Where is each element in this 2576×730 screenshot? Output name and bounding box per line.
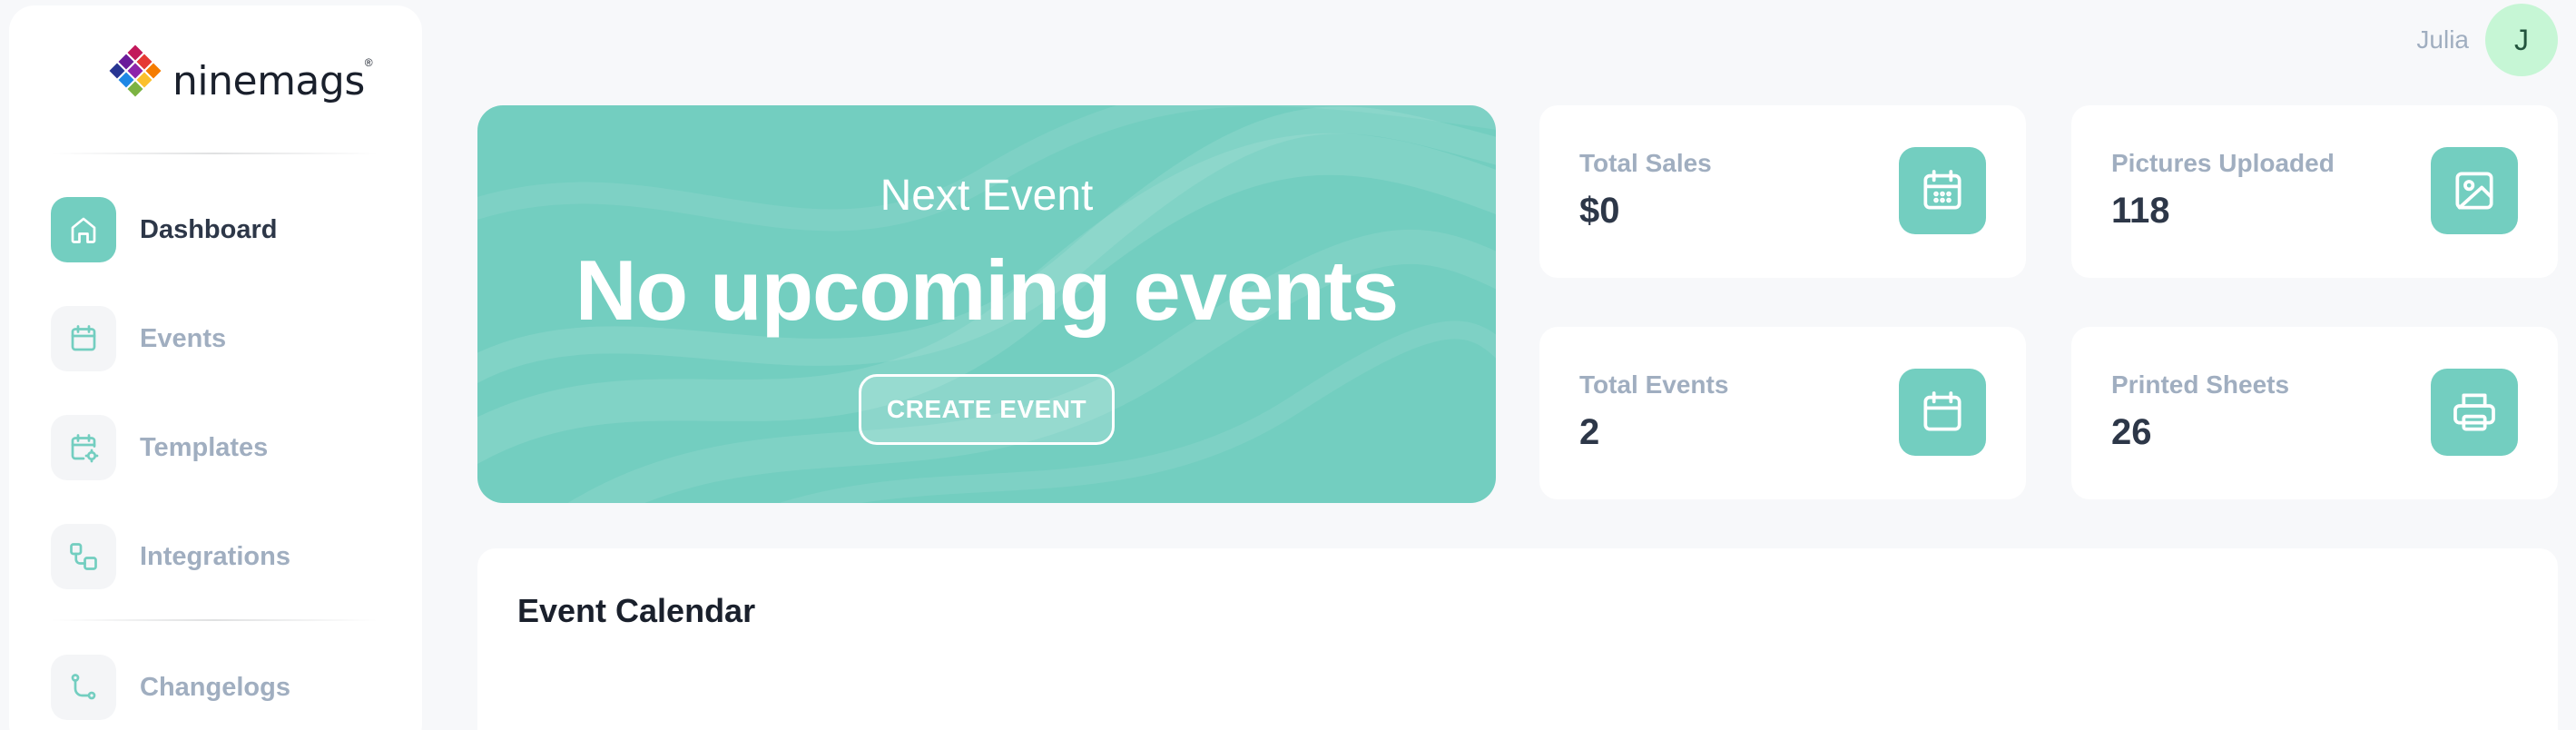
event-calendar-panel: Event Calendar: [477, 548, 2558, 730]
calendar-grid-icon: [1899, 147, 1986, 234]
user-name: Julia: [2416, 25, 2469, 54]
avatar[interactable]: J: [2485, 4, 2558, 76]
sidebar-item-events[interactable]: Events: [51, 306, 226, 371]
logo-mark-icon: [109, 44, 162, 97]
calendar-icon: [1899, 369, 1986, 456]
stat-value: 2: [1579, 412, 1600, 452]
calendar-settings-icon: [51, 415, 116, 480]
stat-card-total-sales: Total Sales $0: [1539, 105, 2026, 278]
calendar-title: Event Calendar: [517, 592, 756, 629]
sidebar-item-dashboard[interactable]: Dashboard: [51, 197, 277, 262]
brand-logo[interactable]: ninemags ®: [100, 44, 373, 114]
home-icon: [51, 197, 116, 262]
user-menu[interactable]: Julia J: [2416, 4, 2558, 76]
sidebar-divider: [51, 619, 378, 621]
sidebar-item-label: Events: [140, 323, 227, 353]
stat-label: Total Events: [1579, 370, 1729, 399]
sidebar-item-label: Templates: [140, 432, 269, 462]
stat-label: Pictures Uploaded: [2111, 149, 2335, 177]
sidebar-item-label: Integrations: [140, 541, 290, 571]
brand-name: ninemags: [172, 57, 365, 104]
calendar-icon: [51, 306, 116, 371]
git-branch-icon: [51, 655, 116, 720]
printer-icon: [2431, 369, 2518, 456]
stat-value: $0: [1579, 191, 1620, 231]
next-event-banner: Next Event No upcoming events CREATE EVE…: [477, 105, 1496, 503]
stat-label: Total Sales: [1579, 149, 1712, 177]
hero-subtitle: Next Event: [880, 172, 1094, 220]
image-icon: [2431, 147, 2518, 234]
hero-title: No upcoming events: [575, 242, 1399, 338]
stat-value: 118: [2111, 191, 2170, 231]
brand-registered-mark: ®: [364, 56, 373, 69]
sidebar-divider: [51, 153, 378, 154]
stat-card-pictures-uploaded: Pictures Uploaded 118: [2071, 105, 2558, 278]
stat-label: Printed Sheets: [2111, 370, 2290, 399]
integrations-icon: [51, 524, 116, 589]
sidebar-item-integrations[interactable]: Integrations: [51, 524, 290, 589]
create-event-button[interactable]: CREATE EVENT: [859, 374, 1115, 445]
stat-card-printed-sheets: Printed Sheets 26: [2071, 327, 2558, 499]
sidebar-item-label: Changelogs: [140, 672, 290, 702]
sidebar-item-templates[interactable]: Templates: [51, 415, 268, 480]
sidebar-item-label: Dashboard: [140, 214, 278, 244]
stat-card-total-events: Total Events 2: [1539, 327, 2026, 499]
sidebar-item-changelogs[interactable]: Changelogs: [51, 655, 290, 720]
sidebar: ninemags ® Dashboard Events Templates In…: [9, 5, 422, 730]
stat-value: 26: [2111, 412, 2152, 452]
